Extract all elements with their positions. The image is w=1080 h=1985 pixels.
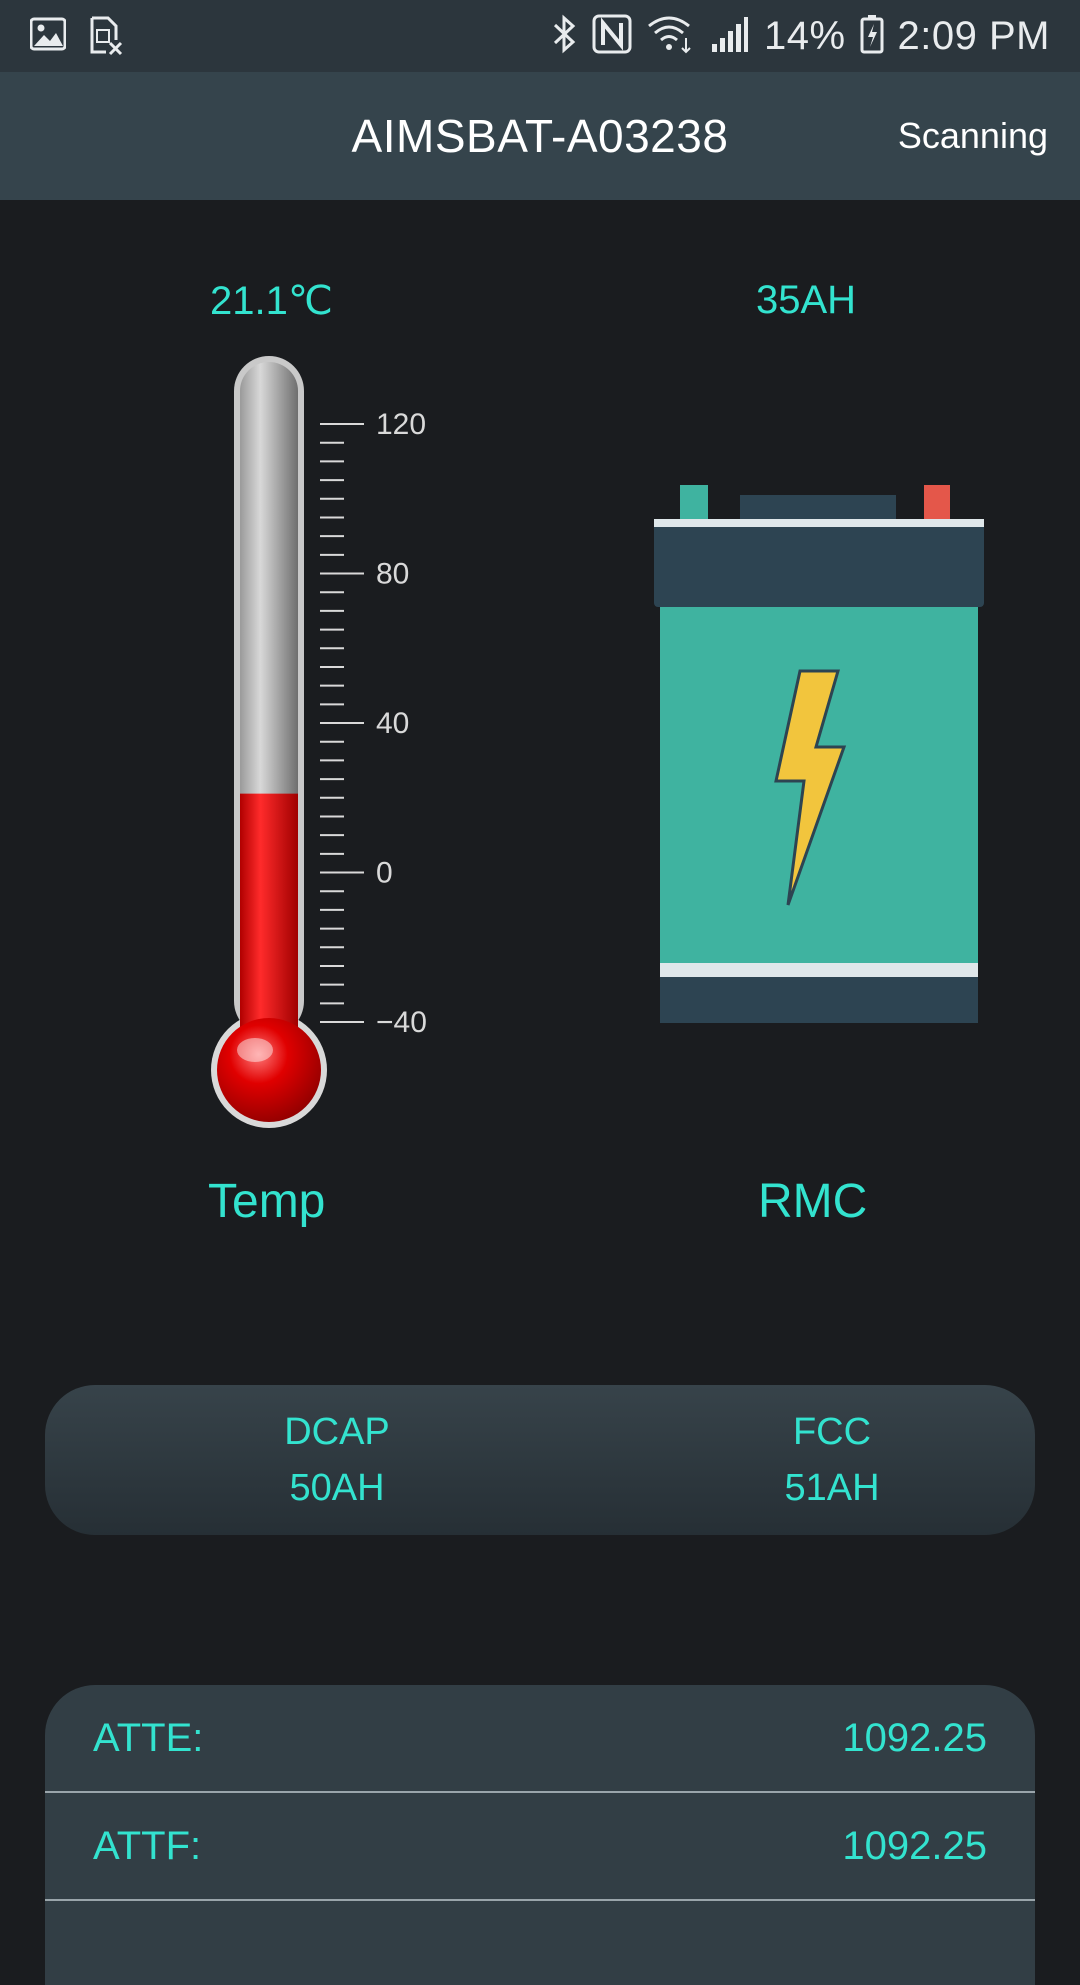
rmc-value: 35AH [756,278,857,322]
mercury-column [240,793,298,1056]
app-bar: AIMSBAT-A03238 Scanning [0,72,1080,200]
scale-tick-label: 80 [376,558,409,591]
row-key: ATTE: [93,1715,204,1760]
scale-tick-label: 40 [376,707,409,740]
table-row: ATTE: 1092.25 [45,1685,1035,1791]
nfc-icon [592,14,632,59]
scale-tick-label: 0 [376,857,393,890]
fcc-block: FCC 51AH [682,1385,982,1535]
rmc-label: RMC [758,1175,868,1228]
scale-tick-label: −40 [376,1006,427,1039]
temp-label: Temp [208,1175,326,1228]
wifi-icon [646,14,696,59]
row-divider [45,1899,1035,1901]
sim-x-icon [88,16,124,61]
row-value: 1092.25 [842,1823,987,1868]
details-table: ATTE: 1092.25 ATTF: 1092.25 [45,1685,1035,1985]
scanning-button[interactable]: Scanning [898,72,1048,200]
dcap-block: DCAP 50AH [187,1385,487,1535]
signal-icon [710,14,750,59]
battery-percent: 14% [763,13,846,58]
capacity-card: DCAP 50AH FCC 51AH [45,1385,1035,1535]
table-row: ATTF: 1092.25 [45,1793,1035,1899]
battery-illustration-icon [654,485,984,1023]
row-value: 1092.25 [842,1715,987,1760]
row-key: ATTF: [93,1823,202,1868]
image-icon [29,16,67,61]
status-bar: 14% 2:09 PM [0,0,1080,72]
bluetooth-icon [552,14,578,59]
battery-icon [860,14,884,59]
fcc-label: FCC [792,1411,872,1453]
dcap-value: 50AH [289,1467,385,1509]
clock: 2:09 PM [897,13,1050,58]
thermometer-icon: 120 80 40 0 −40 [211,356,427,1128]
temperature-value: 21.1℃ [210,279,333,323]
scale-tick-label: 120 [376,408,426,441]
fcc-value: 51AH [784,1467,880,1509]
dcap-label: DCAP [284,1411,390,1453]
